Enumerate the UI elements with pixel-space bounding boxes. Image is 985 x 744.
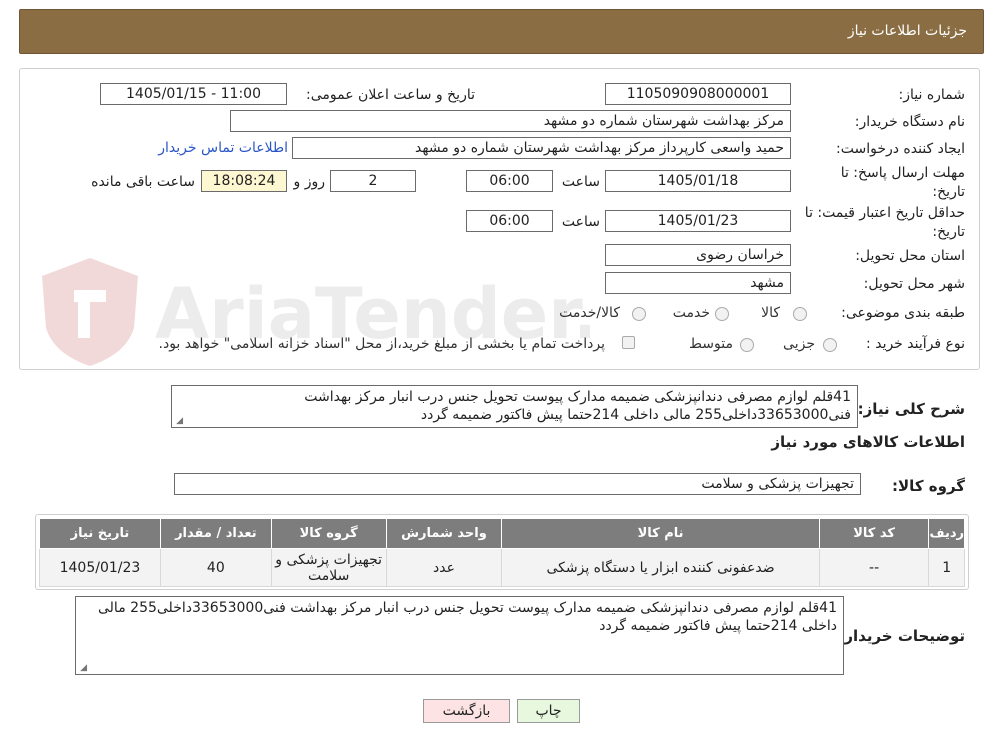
- category-service-radio[interactable]: [715, 307, 729, 321]
- buyer-org-label: نام دستگاه خریدار:: [854, 114, 965, 130]
- cell-name: ضدعفونی کننده ابزار یا دستگاه پزشکی: [501, 548, 820, 587]
- description-textarea[interactable]: 41قلم لوازم مصرفی دندانپزشکی ضمیمه مدارک…: [171, 385, 858, 428]
- cell-code: --: [818, 548, 930, 587]
- buyer-contact-link[interactable]: اطلاعات تماس خریدار: [158, 140, 288, 156]
- goods-section-title: اطلاعات کالاهای مورد نیاز: [771, 433, 965, 451]
- validity-date-field[interactable]: 1405/01/23: [605, 210, 791, 232]
- table-row[interactable]: 1 -- ضدعفونی کننده ابزار یا دستگاه پزشکی…: [39, 548, 965, 587]
- remaining-time-field: 18:08:24: [201, 170, 287, 192]
- city-label: شهر محل تحویل:: [863, 276, 965, 292]
- process-minor-label: جزیی: [783, 336, 815, 352]
- buyer-org-field[interactable]: مرکز بهداشت شهرستان شماره دو مشهد: [230, 110, 791, 132]
- print-button[interactable]: چاپ: [517, 699, 580, 723]
- process-medium-radio[interactable]: [740, 338, 754, 352]
- province-field[interactable]: خراسان رضوی: [605, 244, 791, 266]
- creator-field[interactable]: حمید واسعی کارپرداز مرکز بهداشت شهرستان …: [292, 137, 791, 159]
- province-label: استان محل تحویل:: [855, 248, 965, 264]
- deadline-label: مهلت ارسال پاسخ: تا: [840, 165, 965, 181]
- deadline-time-label: ساعت: [561, 174, 600, 190]
- buyer-notes-text: 41قلم لوازم مصرفی دندانپزشکی ضمیمه مدارک…: [98, 600, 837, 634]
- col-code: کد کالا: [818, 518, 930, 549]
- category-goods-service-label: کالا/خدمت: [559, 305, 620, 321]
- back-button[interactable]: بازگشت: [423, 699, 510, 723]
- validity-label: حداقل تاریخ اعتبار قیمت: تا: [804, 205, 965, 221]
- city-field[interactable]: مشهد: [605, 272, 791, 294]
- process-minor-radio[interactable]: [823, 338, 837, 352]
- days-label: روز و: [293, 174, 326, 190]
- col-unit: واحد شمارش: [385, 518, 503, 549]
- goods-group-label: گروه کالا:: [892, 477, 965, 495]
- goods-group-field[interactable]: تجهیزات پزشکی و سلامت: [174, 473, 861, 495]
- cell-row: 1: [928, 548, 965, 587]
- buyer-notes-textarea[interactable]: 41قلم لوازم مصرفی دندانپزشکی ضمیمه مدارک…: [75, 596, 844, 675]
- col-name: نام کالا: [501, 518, 820, 549]
- announce-label: تاریخ و ساعت اعلان عمومی:: [306, 87, 475, 103]
- validity-time-field[interactable]: 06:00: [466, 210, 553, 232]
- creator-label: ایجاد کننده درخواست:: [836, 141, 965, 157]
- treasury-payment-checkbox[interactable]: [622, 336, 635, 349]
- col-group: گروه کالا: [270, 518, 387, 549]
- resize-grip-icon[interactable]: ◢: [79, 664, 87, 673]
- cell-quantity: 40: [159, 548, 272, 587]
- description-text: 41قلم لوازم مصرفی دندانپزشکی ضمیمه مدارک…: [304, 389, 851, 423]
- category-goods-service-radio[interactable]: [632, 307, 646, 321]
- buyer-notes-label: توضیحات خریدار:: [838, 627, 965, 645]
- items-table: ردیف کد کالا نام کالا واحد شمارش گروه کا…: [39, 518, 965, 587]
- description-label: شرح کلی نیاز:: [857, 400, 965, 418]
- process-label: نوع فرآیند خرید :: [866, 336, 965, 352]
- deadline-date-field[interactable]: 1405/01/18: [605, 170, 791, 192]
- need-number-field[interactable]: 1105090908000001: [605, 83, 791, 105]
- validity-time-label: ساعت: [561, 214, 600, 230]
- col-row: ردیف: [928, 518, 965, 549]
- process-medium-label: متوسط: [689, 336, 733, 352]
- deadline-time-field[interactable]: 06:00: [466, 170, 553, 192]
- announce-field[interactable]: 1405/01/15 - 11:00: [100, 83, 287, 105]
- treasury-payment-note: پرداخت تمام یا بخشی از مبلغ خرید،از محل …: [158, 336, 605, 352]
- col-quantity: تعداد / مقدار: [159, 518, 272, 549]
- table-header-row: ردیف کد کالا نام کالا واحد شمارش گروه کا…: [39, 518, 965, 549]
- page-header: جزئیات اطلاعات نیاز: [19, 9, 984, 54]
- page-title: جزئیات اطلاعات نیاز: [847, 23, 967, 39]
- category-label: طبقه بندی موضوعی:: [841, 305, 965, 321]
- cell-unit: عدد: [385, 548, 503, 587]
- remaining-time-label: ساعت باقی مانده: [91, 174, 195, 190]
- resize-grip-icon[interactable]: ◢: [175, 417, 183, 426]
- deadline-label-date: تاریخ:: [932, 184, 965, 200]
- days-remaining-field[interactable]: 2: [330, 170, 416, 192]
- col-need-date: تاریخ نیاز: [39, 518, 161, 549]
- need-number-label: شماره نیاز:: [898, 87, 966, 103]
- category-goods-radio[interactable]: [793, 307, 807, 321]
- cell-group: تجهیزات پزشکی و سلامت: [270, 548, 387, 587]
- category-goods-label: کالا: [761, 305, 780, 321]
- cell-need-date: 1405/01/23: [39, 548, 161, 587]
- validity-label-date: تاریخ:: [932, 224, 965, 240]
- category-service-label: خدمت: [672, 305, 710, 321]
